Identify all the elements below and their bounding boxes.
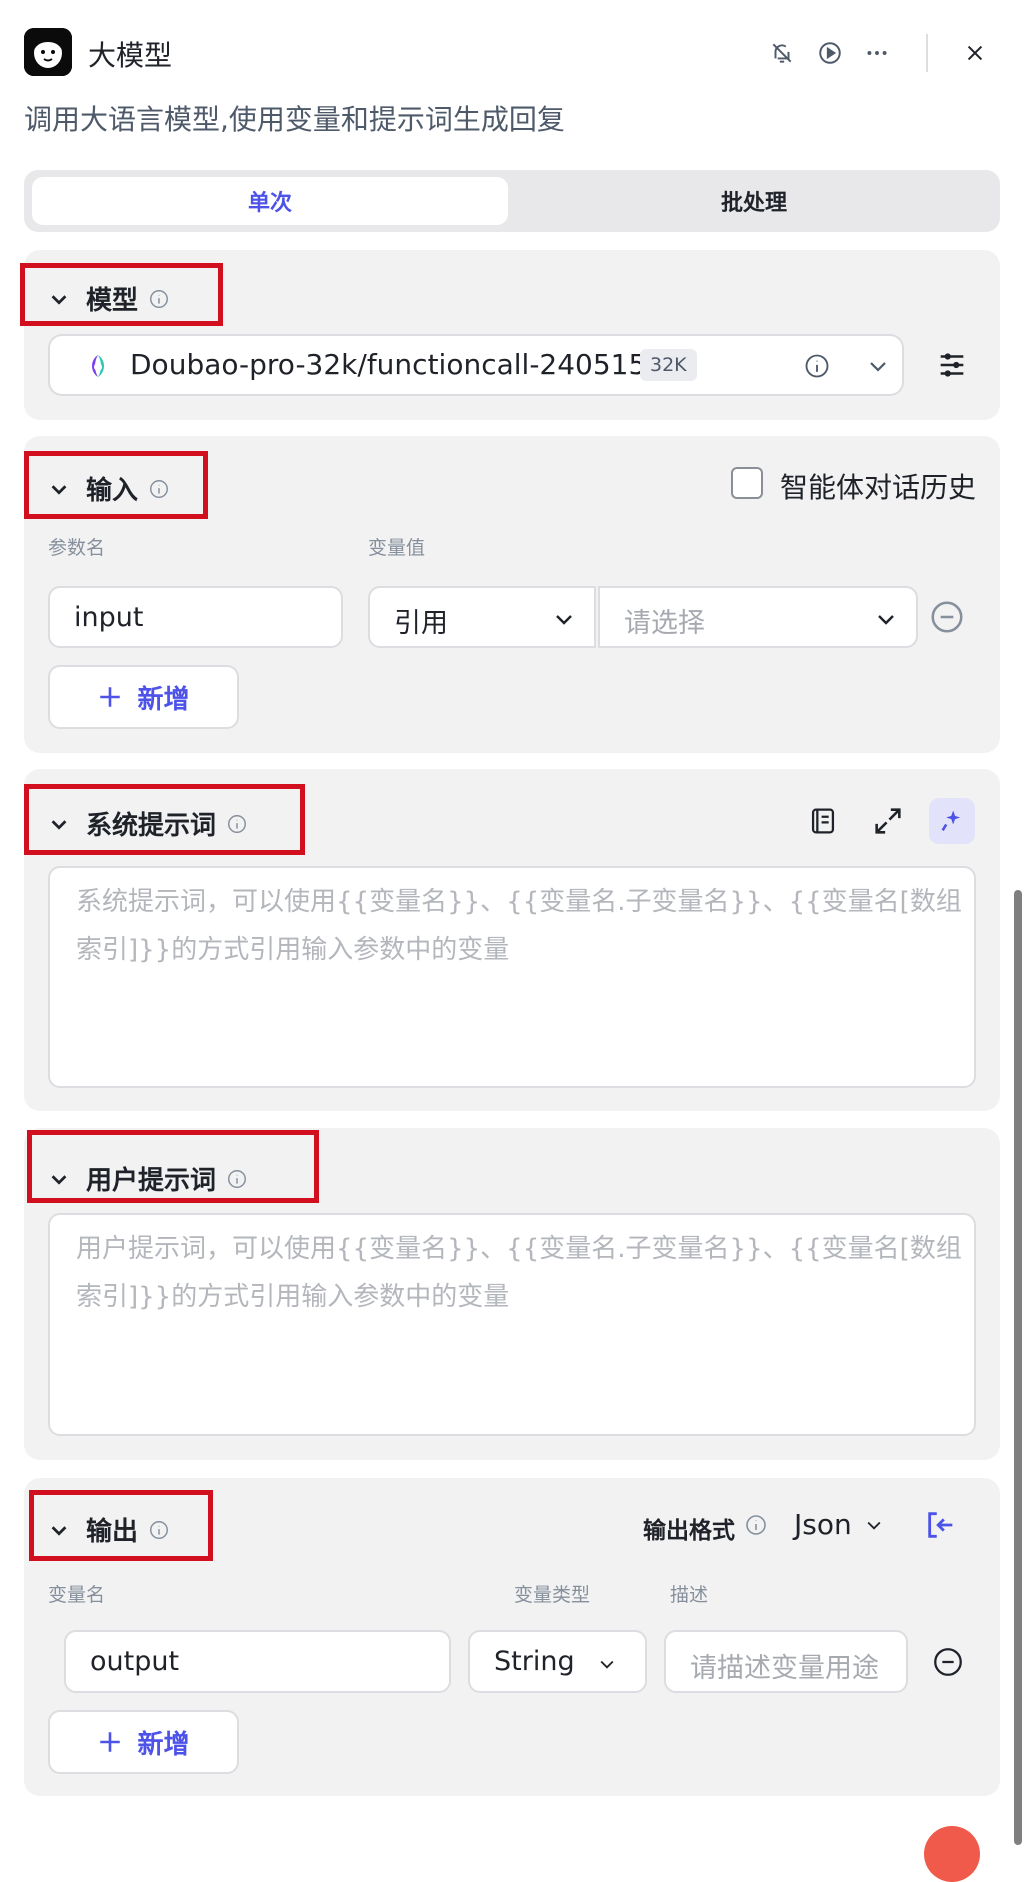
tab-batch[interactable]: 批处理 <box>516 177 992 225</box>
user-prompt-textarea[interactable]: 用户提示词，可以使用{{变量名}}、{{变量名.子变量名}}、{{变量名[数组 … <box>48 1213 976 1436</box>
param-name-input[interactable]: input <box>48 586 343 648</box>
doubao-model-icon <box>84 352 112 380</box>
var-type-value: 引用 <box>394 608 448 639</box>
var-type-select[interactable]: 引用 <box>368 586 596 648</box>
chevron-down-icon <box>51 484 67 495</box>
output-name-value: output <box>90 1646 180 1677</box>
plus-icon <box>100 1732 121 1752</box>
column-header: 变量类型 <box>514 1584 591 1606</box>
info-icon[interactable] <box>803 352 831 380</box>
placeholder-line: 用户提示词，可以使用{{变量名}}、{{变量名.子变量名}}、{{变量名[数组 <box>76 1234 962 1264</box>
column-header: 描述 <box>670 1584 709 1606</box>
section-title: 模型 <box>86 286 139 316</box>
bot-logo-icon <box>24 28 72 76</box>
header-divider <box>926 34 928 72</box>
var-value-placeholder: 请选择 <box>624 608 705 639</box>
input-section-header[interactable]: 输入 <box>48 470 170 507</box>
section-title: 输入 <box>86 476 139 506</box>
collapse-panel-icon[interactable] <box>924 1508 958 1542</box>
model-name: Doubao-pro-32k/functioncall-240515 <box>130 348 647 381</box>
chevron-down-icon <box>51 819 67 830</box>
chevron-down-icon <box>51 1525 67 1536</box>
output-format-select[interactable]: Json <box>794 1508 852 1541</box>
model-settings-icon[interactable] <box>935 348 969 382</box>
node-description: 调用大语言模型,使用变量和提示词生成回复 <box>24 103 565 136</box>
model-section-header[interactable]: 模型 <box>48 280 170 317</box>
vertical-scrollbar[interactable] <box>1014 890 1022 1845</box>
play-circle-icon[interactable] <box>815 38 845 68</box>
placeholder-line: 索引]}}的方式引用输入参数中的变量 <box>76 1282 510 1312</box>
more-icon[interactable] <box>862 38 892 68</box>
section-title: 用户提示词 <box>86 1166 217 1196</box>
floating-badge[interactable] <box>924 1826 980 1882</box>
chevron-down-icon[interactable] <box>866 354 890 378</box>
output-type-select[interactable]: String <box>468 1630 647 1693</box>
minus-circle-icon[interactable] <box>928 598 966 636</box>
info-icon[interactable] <box>148 288 170 310</box>
info-icon[interactable] <box>744 1513 768 1537</box>
close-icon[interactable] <box>960 38 990 68</box>
info-icon[interactable] <box>226 1168 248 1190</box>
section-title: 输出 <box>86 1517 139 1547</box>
expand-icon[interactable] <box>871 804 905 838</box>
output-desc-input[interactable]: 请描述变量用途 <box>664 1630 908 1693</box>
placeholder-line: 系统提示词，可以使用{{变量名}}、{{变量名.子变量名}}、{{变量名[数组 <box>76 887 962 917</box>
add-label: 新增 <box>137 1729 190 1760</box>
info-icon[interactable] <box>148 1519 170 1541</box>
minus-circle-icon[interactable] <box>931 1645 965 1679</box>
output-section-header[interactable]: 输出 <box>48 1511 170 1548</box>
chevron-down-icon <box>878 615 894 625</box>
node-title: 大模型 <box>88 39 173 72</box>
chevron-down-icon[interactable] <box>864 1515 884 1535</box>
param-name-value: input <box>74 602 144 633</box>
placeholder-line: 索引]}}的方式引用输入参数中的变量 <box>76 935 510 965</box>
bell-off-icon[interactable] <box>767 38 797 68</box>
system-prompt-header[interactable]: 系统提示词 <box>48 805 248 842</box>
context-badge: 32K <box>640 349 697 381</box>
add-input-button[interactable]: 新增 <box>48 665 239 729</box>
chevron-down-icon <box>556 615 572 625</box>
ai-sparkle-icon[interactable] <box>929 798 975 844</box>
add-label: 新增 <box>137 684 190 715</box>
history-checkbox-label[interactable]: 智能体对话历史 <box>780 466 976 506</box>
output-format-label: 输出格式 <box>643 1518 735 1544</box>
column-header: 变量值 <box>368 537 426 559</box>
chevron-down-icon <box>51 294 67 305</box>
info-icon[interactable] <box>148 478 170 500</box>
tab-single[interactable]: 单次 <box>32 177 508 225</box>
user-prompt-header[interactable]: 用户提示词 <box>48 1160 248 1197</box>
plus-icon <box>100 687 121 707</box>
column-header: 参数名 <box>48 537 106 559</box>
info-icon[interactable] <box>226 813 248 835</box>
chevron-down-icon <box>51 1174 67 1185</box>
add-output-button[interactable]: 新增 <box>48 1710 239 1774</box>
var-value-select[interactable]: 请选择 <box>598 586 918 648</box>
section-title: 系统提示词 <box>86 811 217 841</box>
history-checkbox[interactable] <box>731 467 763 499</box>
library-icon[interactable] <box>806 804 840 838</box>
chevron-down-icon <box>600 1660 614 1669</box>
output-type-value: String <box>494 1646 575 1677</box>
column-header: 变量名 <box>48 1584 106 1606</box>
output-desc-placeholder: 请描述变量用途 <box>690 1653 879 1684</box>
system-prompt-textarea[interactable]: 系统提示词，可以使用{{变量名}}、{{变量名.子变量名}}、{{变量名[数组 … <box>48 866 976 1088</box>
output-name-input[interactable]: output <box>64 1630 451 1693</box>
